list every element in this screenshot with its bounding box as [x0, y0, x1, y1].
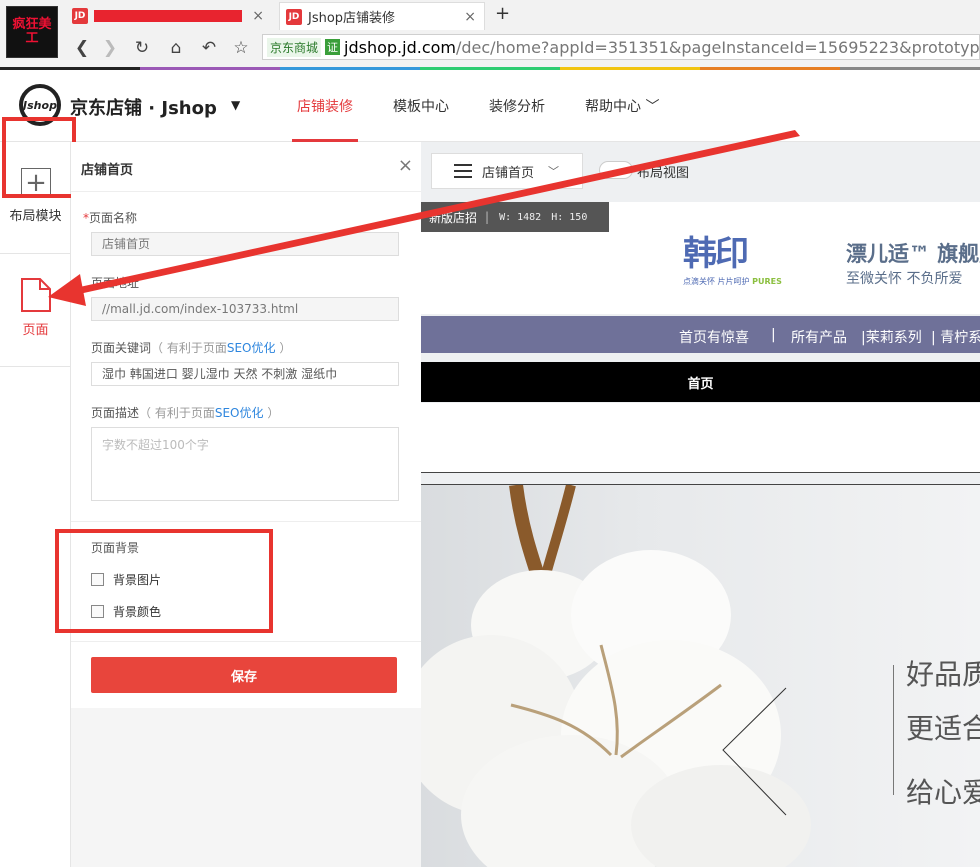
description-textarea[interactable]: 字数不超过100个字 — [91, 427, 399, 501]
hero-line-3: 给心爱 — [905, 776, 980, 809]
annotation-highlight-background — [55, 529, 273, 633]
url-path: /dec/home?appId=351351&pageInstanceId=15… — [455, 37, 980, 57]
divider — [71, 641, 421, 642]
page-select-value: 店铺首页 — [482, 165, 535, 181]
module-info-bar: 新版店招 | W: 1482 H: 150 — [421, 202, 609, 232]
page-icon — [21, 278, 51, 312]
app-header: Jshop 京东店铺 · Jshop ▼ 店铺装修 模板中心 装修分析 帮助中心… — [0, 70, 980, 142]
module-width: W: 1482 — [499, 211, 542, 223]
hero-banner[interactable]: 好品质 更适合 给心爱 — [421, 484, 980, 867]
menu-icon — [454, 164, 472, 178]
nav-decoration-analysis[interactable]: 装修分析 — [489, 96, 545, 116]
module-name: 新版店招 — [429, 210, 478, 225]
browser-tab-2[interactable]: JD Jshop店铺装修 × — [279, 2, 485, 30]
reload-icon[interactable]: ↻ — [132, 38, 152, 58]
jd-icon: JD — [286, 8, 302, 25]
layout-view-toggle[interactable] — [599, 161, 633, 179]
home-icon[interactable]: ⌂ — [166, 38, 186, 58]
module-height: H: 150 — [551, 211, 588, 223]
address-bar[interactable]: 京东商城 证 jdshop.jd.com /dec/home?appId=351… — [262, 34, 980, 60]
new-tab-icon[interactable]: + — [495, 3, 510, 24]
tab-close-icon[interactable]: × — [252, 8, 264, 24]
empty-module[interactable] — [421, 403, 980, 473]
store-nav-sep: | — [771, 327, 776, 343]
site-label: 京东商城 — [267, 37, 322, 57]
tab-title: Jshop店铺装修 — [308, 11, 396, 26]
keywords-label: 页面关键词（ 有利于页面SEO优化 ） — [91, 341, 292, 355]
store-logo-tagline: 点滴关怀 片片呵护 PURES — [683, 277, 782, 286]
store-slogan: 至微关怀 不负所爱 — [846, 271, 963, 287]
redacted-tab-title — [94, 10, 242, 22]
hero-divider — [893, 665, 894, 795]
nav-help-center[interactable]: 帮助中心 ﹀ — [585, 96, 659, 116]
rail-page-label: 页面 — [22, 323, 49, 338]
bookmark-star-icon[interactable]: ☆ — [231, 38, 251, 58]
chevron-down-icon: ﹀ — [548, 165, 560, 178]
verified-badge: 证 — [325, 39, 341, 55]
divider — [0, 366, 71, 367]
page-name-input[interactable]: 店铺首页 — [91, 232, 399, 256]
rail-page-item[interactable]: 页面 — [0, 254, 71, 366]
divider — [71, 521, 421, 522]
undo-icon[interactable]: ↶ — [199, 38, 219, 58]
annotation-highlight-page — [2, 117, 76, 198]
url-host: jdshop.jd.com — [344, 37, 456, 57]
layout-view-label: 布局视图 — [637, 166, 690, 181]
panel-title: 店铺首页 — [81, 163, 134, 178]
nav-template-center[interactable]: 模板中心 — [393, 96, 449, 116]
close-icon[interactable]: × — [398, 155, 413, 176]
tab-close-icon[interactable]: × — [464, 9, 476, 25]
left-rail: + 布局模块 页面 — [0, 142, 71, 867]
forward-icon[interactable]: ❯ — [100, 38, 120, 58]
page-url-label: 页面地址 — [91, 276, 140, 290]
page-url-input[interactable]: //mall.jd.com/index-103733.html — [91, 297, 399, 321]
save-button[interactable]: 保存 — [91, 657, 397, 693]
store-logo: 韩印 — [683, 234, 749, 274]
store-nav-jasmine[interactable]: |茉莉系列 — [861, 327, 922, 347]
browser-chrome: 疯狂美工 JD × JD Jshop店铺装修 × + ❮ ❯ ↻ ⌂ ↶ ☆ 京… — [0, 0, 980, 70]
store-nav-home[interactable]: 首页有惊喜 — [679, 327, 749, 347]
brand-title[interactable]: 京东店铺 · Jshop — [70, 94, 217, 120]
description-label: 页面描述（ 有利于页面SEO优化 ） — [91, 406, 280, 420]
canvas-toolbar: 店铺首页 ﹀ 布局视图 — [421, 142, 980, 200]
store-nav-lime[interactable]: | 青柠系列 — [931, 327, 980, 347]
page-select-dropdown[interactable]: 店铺首页 ﹀ — [431, 153, 583, 189]
store-nav-bar: 首页有惊喜 | 所有产品 |茉莉系列 | 青柠系列 — [421, 316, 980, 353]
brand-dropdown-icon[interactable]: ▼ — [231, 98, 240, 112]
store-header-module[interactable]: 新版店招 | W: 1482 H: 150 韩印 点滴关怀 片片呵护 PURES… — [421, 202, 980, 314]
browser-tab-1[interactable]: JD × — [72, 2, 272, 30]
back-icon[interactable]: ❮ — [72, 38, 92, 58]
store-menu-bar: 首页 — [421, 362, 980, 402]
store-nav-all-products[interactable]: 所有产品 — [791, 327, 847, 347]
jd-icon: JD — [72, 8, 88, 24]
keywords-input[interactable]: 湿巾 韩国进口 婴儿湿巾 天然 不刺激 湿纸巾 — [91, 362, 399, 386]
rail-layout-modules[interactable]: 布局模块 — [0, 205, 71, 224]
nav-store-decoration[interactable]: 店铺装修 — [297, 96, 353, 116]
hero-line-2: 更适合 — [905, 712, 980, 745]
hero-line-1: 好品质 — [905, 658, 980, 691]
page-name-label: *页面名称 — [83, 211, 138, 225]
page-settings-panel: 店铺首页 × *页面名称 店铺首页 页面地址 //mall.jd.com/ind… — [71, 142, 421, 867]
store-menu-home[interactable]: 首页 — [687, 373, 713, 392]
cotton-image — [421, 485, 811, 867]
panel-header: 店铺首页 × — [71, 142, 421, 192]
app-shortcut-logo[interactable]: 疯狂美工 — [6, 6, 58, 58]
store-name: 漂儿适™ 旗舰店 — [846, 242, 980, 266]
